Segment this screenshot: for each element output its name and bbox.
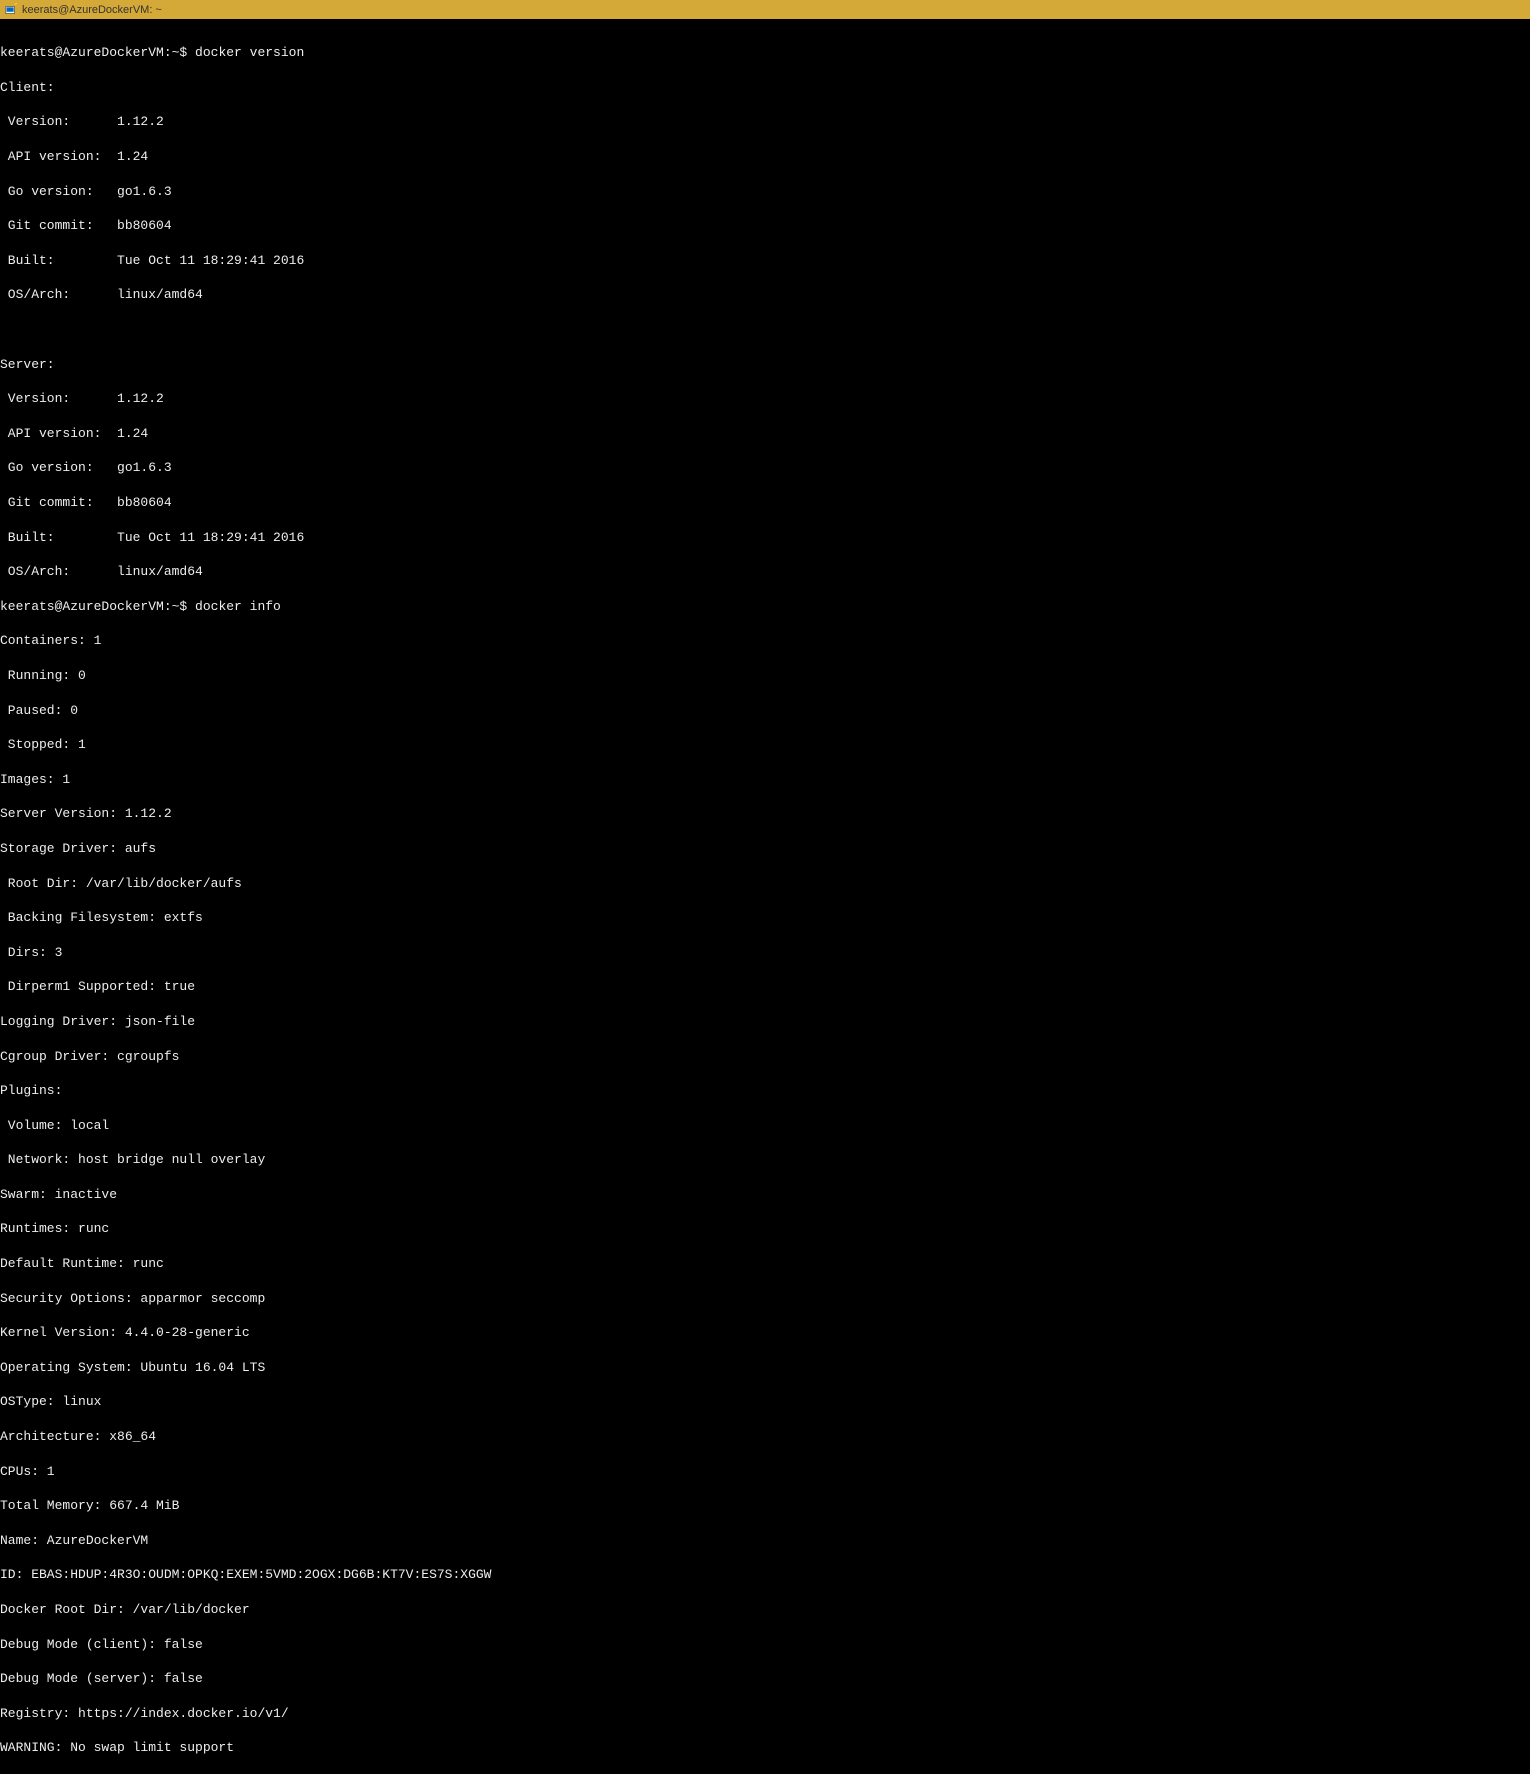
- output-line: OS/Arch: linux/amd64: [0, 286, 1530, 303]
- putty-icon: [4, 3, 18, 17]
- command-text: docker info: [195, 599, 281, 614]
- output-line: Root Dir: /var/lib/docker/aufs: [0, 875, 1530, 892]
- output-line: Swarm: inactive: [0, 1186, 1530, 1203]
- output-line: API version: 1.24: [0, 148, 1530, 165]
- output-line: Default Runtime: runc: [0, 1255, 1530, 1272]
- output-line: Go version: go1.6.3: [0, 459, 1530, 476]
- output-line: Kernel Version: 4.4.0-28-generic: [0, 1324, 1530, 1341]
- output-line: Git commit: bb80604: [0, 494, 1530, 511]
- output-line: ID: EBAS:HDUP:4R3O:OUDM:OPKQ:EXEM:5VMD:2…: [0, 1566, 1530, 1583]
- output-line: Backing Filesystem: extfs: [0, 909, 1530, 926]
- output-line: Runtimes: runc: [0, 1220, 1530, 1237]
- output-line: Version: 1.12.2: [0, 113, 1530, 130]
- output-line: Server Version: 1.12.2: [0, 805, 1530, 822]
- output-line: Stopped: 1: [0, 736, 1530, 753]
- output-line: Dirs: 3: [0, 944, 1530, 961]
- output-line: Volume: local: [0, 1117, 1530, 1134]
- output-line: Storage Driver: aufs: [0, 840, 1530, 857]
- prompt: keerats@AzureDockerVM:~$: [0, 45, 187, 60]
- output-line: Go version: go1.6.3: [0, 183, 1530, 200]
- terminal-output[interactable]: keerats@AzureDockerVM:~$ docker version …: [0, 19, 1530, 1774]
- output-line: Images: 1: [0, 771, 1530, 788]
- output-line: Running: 0: [0, 667, 1530, 684]
- output-line: API version: 1.24: [0, 425, 1530, 442]
- output-line: Client:: [0, 79, 1530, 96]
- output-line: Total Memory: 667.4 MiB: [0, 1497, 1530, 1514]
- output-line: Architecture: x86_64: [0, 1428, 1530, 1445]
- command-text: docker version: [195, 45, 304, 60]
- output-line: Security Options: apparmor seccomp: [0, 1290, 1530, 1307]
- output-line: Operating System: Ubuntu 16.04 LTS: [0, 1359, 1530, 1376]
- output-line: Built: Tue Oct 11 18:29:41 2016: [0, 252, 1530, 269]
- output-line: Built: Tue Oct 11 18:29:41 2016: [0, 529, 1530, 546]
- window-title: keerats@AzureDockerVM: ~: [22, 4, 162, 16]
- output-line: Paused: 0: [0, 702, 1530, 719]
- output-line: Debug Mode (server): false: [0, 1670, 1530, 1687]
- blank-line: [0, 321, 1530, 338]
- output-line: Registry: https://index.docker.io/v1/: [0, 1705, 1530, 1722]
- output-line: Network: host bridge null overlay: [0, 1151, 1530, 1168]
- output-line: Containers: 1: [0, 632, 1530, 649]
- output-line: OS/Arch: linux/amd64: [0, 563, 1530, 580]
- output-line: Server:: [0, 356, 1530, 373]
- output-line: Version: 1.12.2: [0, 390, 1530, 407]
- output-line: WARNING: No swap limit support: [0, 1739, 1530, 1756]
- output-line: Logging Driver: json-file: [0, 1013, 1530, 1030]
- output-line: Debug Mode (client): false: [0, 1636, 1530, 1653]
- output-line: CPUs: 1: [0, 1463, 1530, 1480]
- output-line: Cgroup Driver: cgroupfs: [0, 1048, 1530, 1065]
- window-titlebar[interactable]: keerats@AzureDockerVM: ~: [0, 0, 1530, 19]
- output-line: Plugins:: [0, 1082, 1530, 1099]
- output-line: Name: AzureDockerVM: [0, 1532, 1530, 1549]
- prompt: keerats@AzureDockerVM:~$: [0, 599, 187, 614]
- output-line: Docker Root Dir: /var/lib/docker: [0, 1601, 1530, 1618]
- output-line: Dirperm1 Supported: true: [0, 978, 1530, 995]
- output-line: Git commit: bb80604: [0, 217, 1530, 234]
- output-line: OSType: linux: [0, 1393, 1530, 1410]
